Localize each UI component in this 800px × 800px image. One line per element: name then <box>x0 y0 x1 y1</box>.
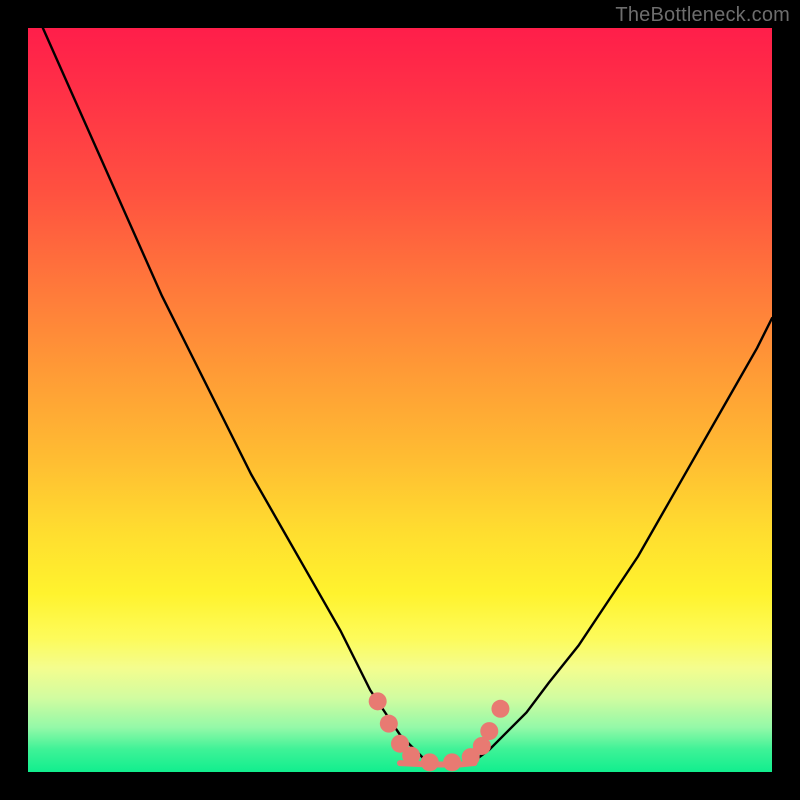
curve-left <box>43 28 426 761</box>
curve-right <box>474 318 772 761</box>
marker-dot <box>443 753 461 771</box>
marker-dot <box>480 722 498 740</box>
marker-dot <box>402 747 420 765</box>
chart-svg <box>28 28 772 772</box>
chart-frame: TheBottleneck.com <box>0 0 800 800</box>
marker-dot <box>491 700 509 718</box>
watermark-text: TheBottleneck.com <box>615 4 790 27</box>
marker-dot <box>421 753 439 771</box>
marker-dots <box>369 692 510 771</box>
marker-dot <box>369 692 387 710</box>
marker-dot <box>380 715 398 733</box>
plot-area <box>28 28 772 772</box>
